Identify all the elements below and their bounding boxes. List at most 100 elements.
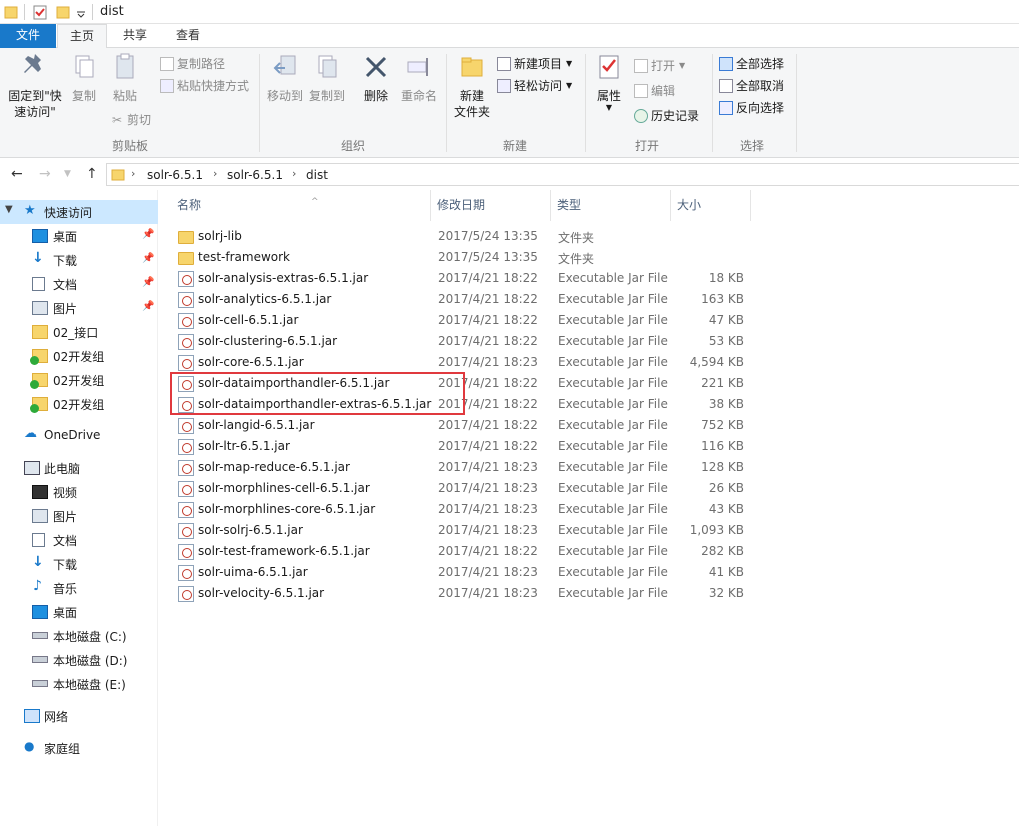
sidebar-item-quick-access[interactable]: ▼ ★ 快速访问: [0, 200, 158, 224]
file-date: 2017/4/21 18:22: [438, 544, 538, 558]
sidebar-item-folder[interactable]: 02开发组: [0, 344, 158, 368]
sidebar-item-label: 02开发组: [53, 374, 105, 388]
breadcrumb-item[interactable]: solr-6.5.1: [227, 168, 283, 182]
table-row[interactable]: solr-analysis-extras-6.5.1.jar 2017/4/21 …: [171, 268, 751, 289]
copy-path-button[interactable]: 复制路径: [160, 56, 225, 72]
sidebar-item-folder[interactable]: 02开发组: [0, 392, 158, 416]
copy-button[interactable]: 复制: [66, 50, 102, 104]
tab-view[interactable]: 查看: [163, 24, 213, 48]
select-all-button[interactable]: 全部选择: [719, 56, 784, 72]
sidebar-item-pictures[interactable]: 图片: [0, 504, 158, 528]
tab-home[interactable]: 主页: [57, 24, 107, 49]
sidebar-item-folder[interactable]: 02开发组: [0, 368, 158, 392]
rename-button[interactable]: 重命名: [398, 50, 440, 104]
sidebar-item-downloads[interactable]: ↓ 下载: [0, 552, 158, 576]
file-type: Executable Jar File: [558, 565, 668, 579]
pin-to-quick-access-button[interactable]: 固定到"快 速访问": [4, 50, 66, 120]
sidebar-item-network[interactable]: 网络: [0, 704, 158, 728]
column-header-label: 名称: [177, 198, 202, 212]
group-separator: [259, 54, 260, 152]
sidebar-item-videos[interactable]: 视频: [0, 480, 158, 504]
sidebar-item-desktop[interactable]: 桌面 📌: [0, 224, 158, 248]
sidebar-item-drive-c[interactable]: 本地磁盘 (C:): [0, 624, 158, 648]
table-row[interactable]: solr-test-framework-6.5.1.jar 2017/4/21 1…: [171, 541, 751, 562]
properties-icon[interactable]: [33, 4, 47, 20]
column-header-size[interactable]: 大小: [671, 190, 751, 221]
paste-button[interactable]: 粘贴: [107, 50, 143, 104]
new-folder-icon[interactable]: [56, 4, 70, 20]
column-header-date[interactable]: 修改日期: [431, 190, 551, 221]
sidebar-item-documents[interactable]: 文档 📌: [0, 272, 158, 296]
table-row[interactable]: test-framework 2017/5/24 13:35 文件夹: [171, 247, 751, 268]
breadcrumb-item[interactable]: dist: [306, 168, 328, 182]
table-row[interactable]: solrj-lib 2017/5/24 13:35 文件夹: [171, 226, 751, 247]
table-row[interactable]: solr-analytics-6.5.1.jar 2017/4/21 18:22 E…: [171, 289, 751, 310]
table-row[interactable]: solr-clustering-6.5.1.jar 2017/4/21 18:22…: [171, 331, 751, 352]
sidebar-item-onedrive[interactable]: ☁ OneDrive: [0, 424, 158, 448]
sidebar-item-desktop[interactable]: 桌面: [0, 600, 158, 624]
pin-icon[interactable]: 📌: [142, 229, 154, 240]
sidebar-item-downloads[interactable]: ↓ 下载 📌: [0, 248, 158, 272]
jar-file-icon: [178, 481, 194, 497]
breadcrumb-separator-icon[interactable]: ›: [292, 167, 296, 180]
file-date: 2017/4/21 18:23: [438, 523, 538, 537]
sidebar-item-label: 图片: [53, 510, 78, 524]
sidebar-item-drive-d[interactable]: 本地磁盘 (D:): [0, 648, 158, 672]
rename-icon: [407, 58, 428, 76]
window-title: dist: [100, 4, 124, 19]
chevron-down-icon[interactable]: ▼: [5, 204, 13, 215]
properties-button[interactable]: 属性 ▼: [590, 50, 628, 112]
file-name: solrj-lib: [198, 229, 242, 243]
delete-label: 删除: [363, 89, 388, 103]
breadcrumb-separator-icon[interactable]: ›: [131, 167, 135, 180]
tab-file[interactable]: 文件: [0, 24, 56, 48]
edit-button[interactable]: 编辑: [634, 83, 675, 99]
sidebar-item-pictures[interactable]: 图片 📌: [0, 296, 158, 320]
table-row[interactable]: solr-core-6.5.1.jar 2017/4/21 18:23 Execut…: [171, 352, 751, 373]
sidebar-item-this-pc[interactable]: 此电脑: [0, 456, 158, 480]
new-folder-button[interactable]: 新建 文件夹: [450, 50, 494, 120]
back-arrow-icon[interactable]: ←: [11, 166, 23, 182]
breadcrumb-separator-icon[interactable]: ›: [213, 167, 217, 180]
delete-button[interactable]: 删除: [358, 50, 394, 104]
column-header-name[interactable]: ^ 名称: [171, 190, 431, 221]
table-row[interactable]: solr-solrj-6.5.1.jar 2017/4/21 18:23 Execu…: [171, 520, 751, 541]
chevron-down-icon[interactable]: [76, 4, 86, 20]
easy-access-button[interactable]: 轻松访问 ▼: [497, 78, 572, 94]
copy-to-button[interactable]: 复制到: [306, 50, 348, 104]
sidebar-item-drive-e[interactable]: 本地磁盘 (E:): [0, 672, 158, 696]
pin-icon[interactable]: 📌: [142, 301, 154, 312]
up-arrow-icon[interactable]: ↑: [86, 166, 98, 182]
synced-folder-icon: [32, 325, 48, 339]
invert-selection-button[interactable]: 反向选择: [719, 100, 784, 116]
table-row[interactable]: solr-cell-6.5.1.jar 2017/4/21 18:22 Execut…: [171, 310, 751, 331]
jar-file-icon: [178, 313, 194, 329]
table-row[interactable]: solr-ltr-6.5.1.jar 2017/4/21 18:22 Executa…: [171, 436, 751, 457]
open-button[interactable]: 打开 ▼: [634, 58, 685, 74]
sidebar-item-folder[interactable]: 02_接口: [0, 320, 158, 344]
table-row[interactable]: solr-langid-6.5.1.jar 2017/4/21 18:22 Exec…: [171, 415, 751, 436]
breadcrumb-item[interactable]: solr-6.5.1: [147, 168, 203, 182]
select-none-button[interactable]: 全部取消: [719, 78, 784, 94]
recent-locations-chevron-icon[interactable]: ▼: [64, 169, 71, 179]
pin-icon[interactable]: 📌: [142, 253, 154, 264]
table-row[interactable]: solr-uima-6.5.1.jar 2017/4/21 18:23 Execut…: [171, 562, 751, 583]
table-row[interactable]: solr-map-reduce-6.5.1.jar 2017/4/21 18:23…: [171, 457, 751, 478]
paste-shortcut-button[interactable]: 粘贴快捷方式: [160, 78, 249, 94]
address-bar[interactable]: › solr-6.5.1 › solr-6.5.1 › dist: [106, 163, 1019, 186]
move-to-button[interactable]: 移动到: [264, 50, 306, 104]
forward-arrow-icon[interactable]: →: [39, 166, 51, 182]
table-row[interactable]: solr-morphlines-core-6.5.1.jar 2017/4/21 …: [171, 499, 751, 520]
history-button[interactable]: 历史记录: [634, 108, 699, 124]
file-type: Executable Jar File: [558, 586, 668, 600]
tab-share[interactable]: 共享: [110, 24, 160, 48]
sidebar-item-homegroup[interactable]: ● 家庭组: [0, 736, 158, 760]
new-item-button[interactable]: 新建项目 ▼: [497, 56, 572, 72]
sidebar-item-music[interactable]: ♪ 音乐: [0, 576, 158, 600]
table-row[interactable]: solr-velocity-6.5.1.jar 2017/4/21 18:23 Ex…: [171, 583, 751, 604]
sidebar-item-documents[interactable]: 文档: [0, 528, 158, 552]
table-row[interactable]: solr-morphlines-cell-6.5.1.jar 2017/4/21 …: [171, 478, 751, 499]
pin-icon[interactable]: 📌: [142, 277, 154, 288]
column-header-type[interactable]: 类型: [551, 190, 671, 221]
cut-button[interactable]: ✂ 剪切: [110, 112, 151, 128]
